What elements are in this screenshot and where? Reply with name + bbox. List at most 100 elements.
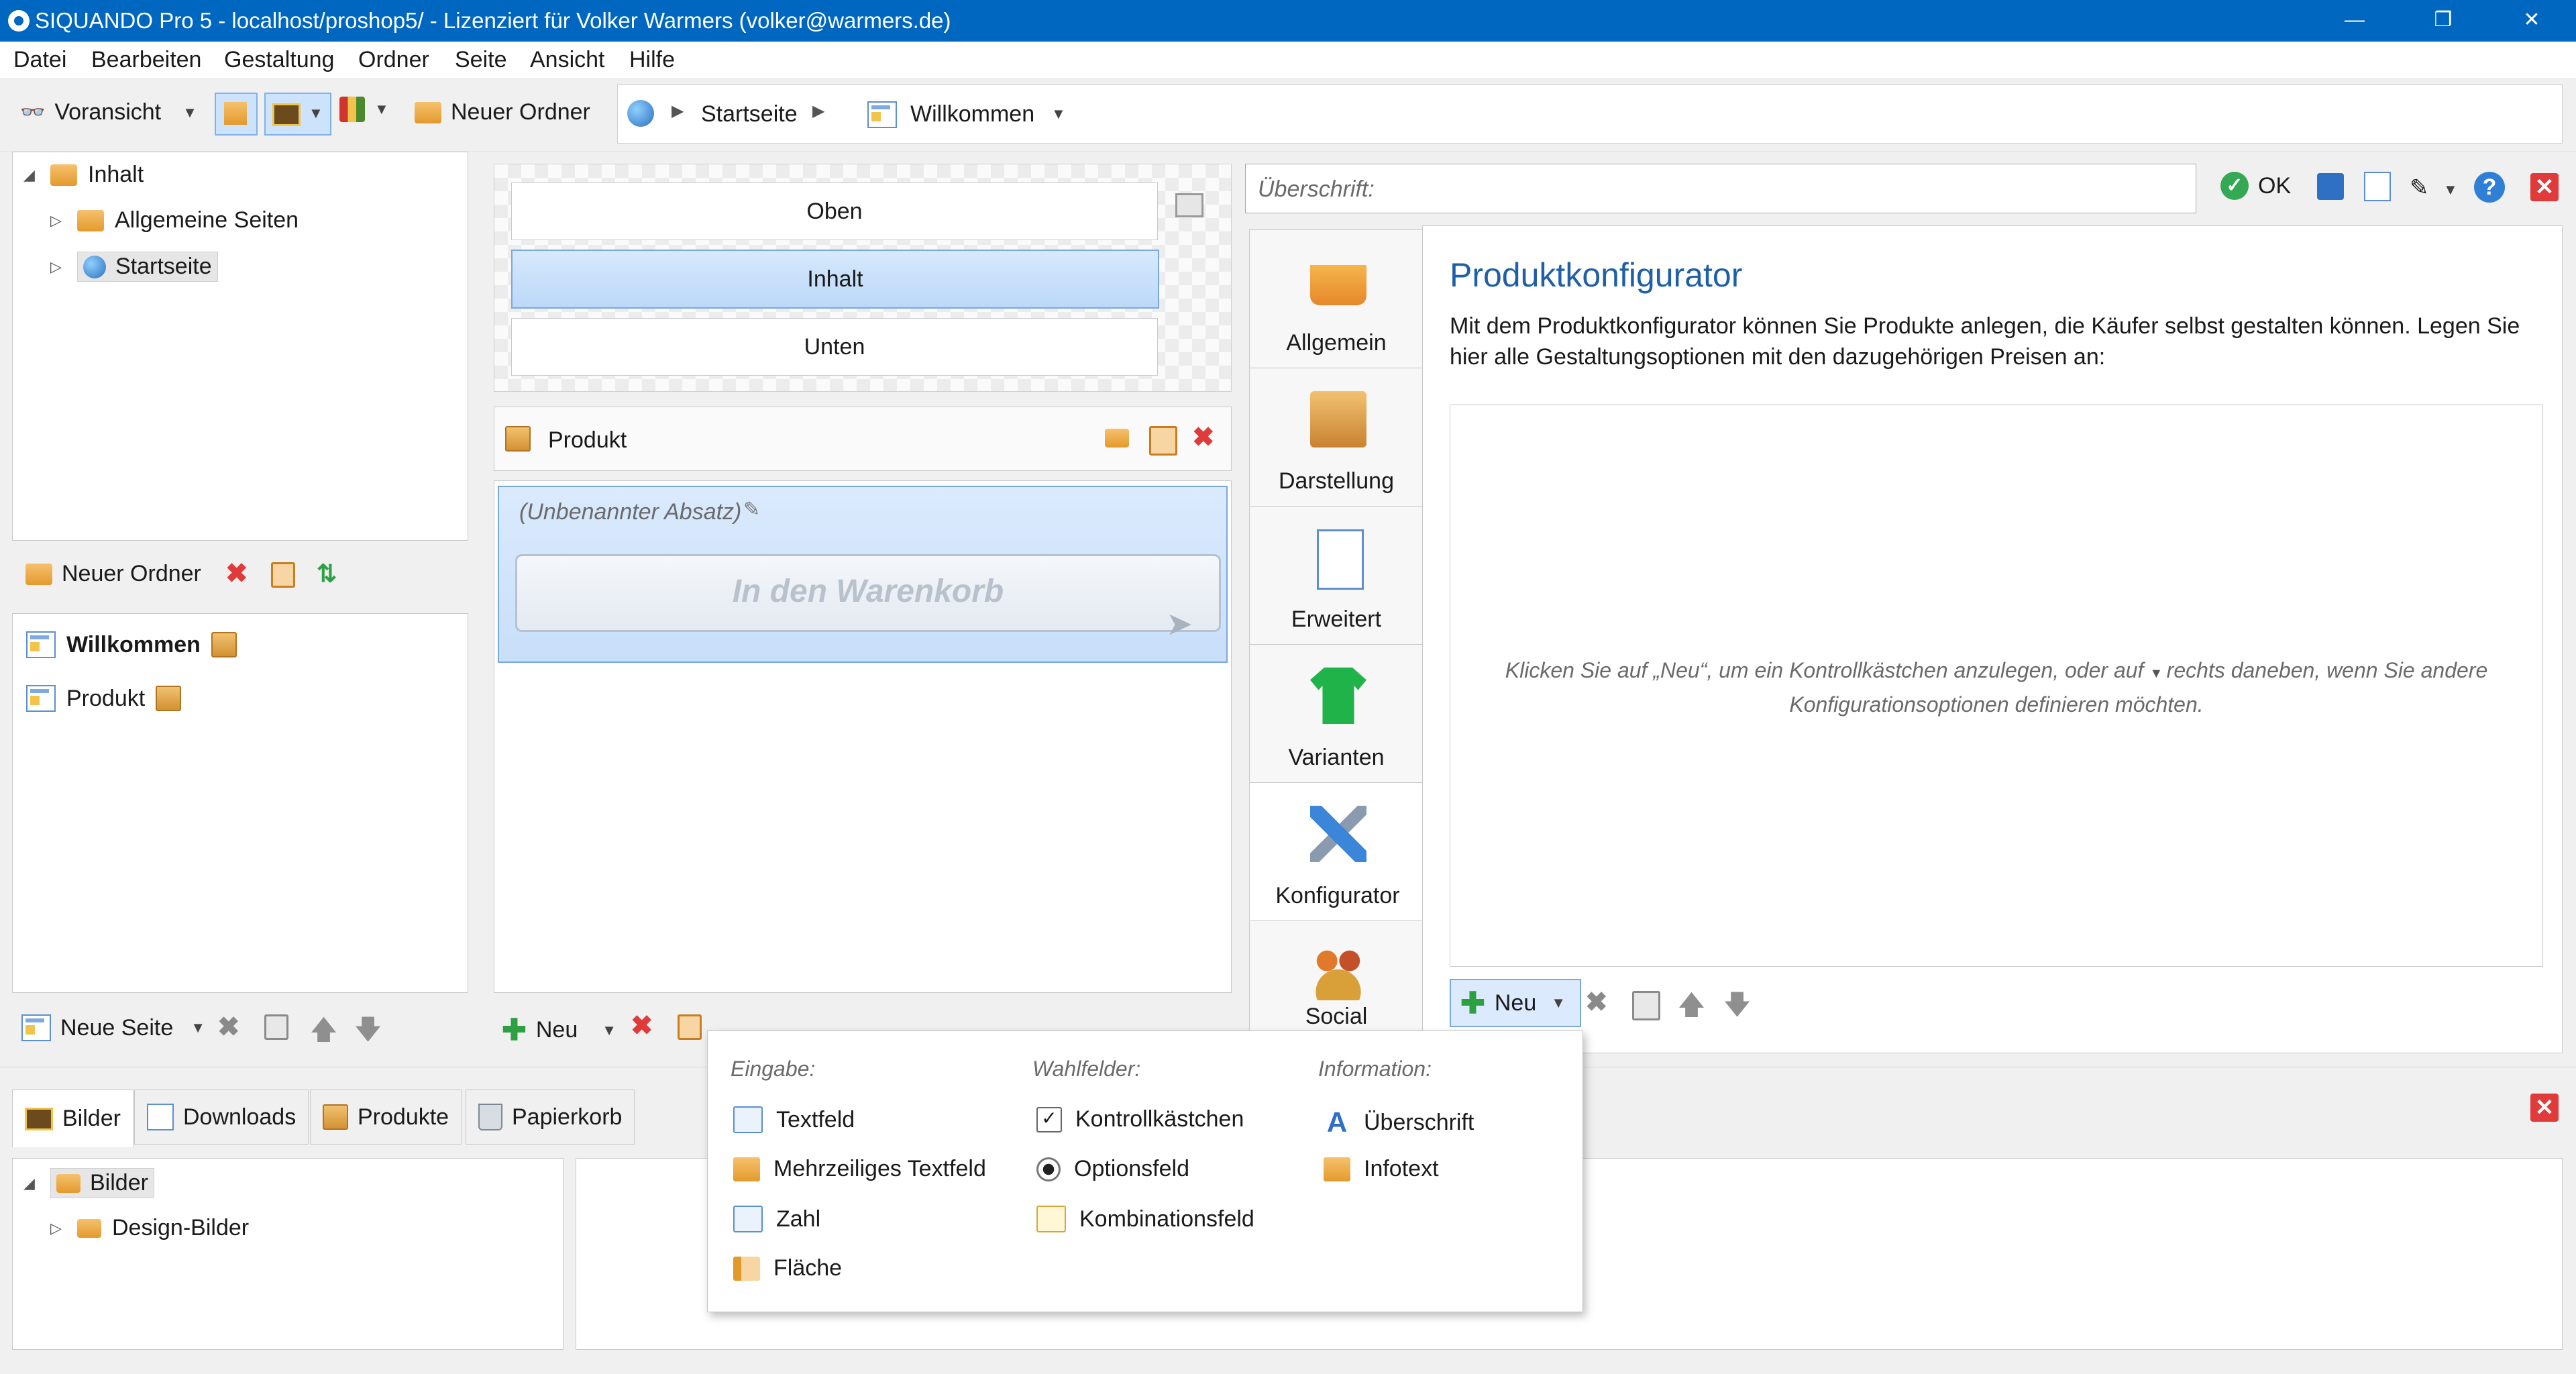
close-editor-icon[interactable]: ✕ (2530, 173, 2559, 201)
empty-hint: Klicken Sie auf „Neu“, um ein Kontrollkä… (1450, 655, 2542, 720)
move-down-icon[interactable]: 🡇 (1723, 986, 1751, 1031)
books-icon (339, 97, 365, 122)
restore-button[interactable]: ❐ (2399, 0, 2487, 42)
chevron-right-icon: ▶ (812, 102, 825, 120)
minimize-button[interactable]: — (2310, 0, 2399, 42)
list-item-willkommen[interactable]: Willkommen (26, 631, 237, 658)
menu-bearbeiten[interactable]: Bearbeiten (91, 47, 201, 73)
edit-pencil-icon[interactable]: ✎ (743, 498, 760, 521)
menu-item-mehrzeiliges-textfeld[interactable]: Mehrzeiliges Textfeld (733, 1156, 986, 1182)
tab-konfigurator[interactable]: Konfigurator (1249, 782, 1426, 922)
menu-item-kombinationsfeld[interactable]: Kombinationsfeld (1036, 1206, 1254, 1232)
save-icon[interactable] (2317, 173, 2344, 200)
tab-erweitert[interactable]: Erweitert (1249, 506, 1424, 645)
tab-bilder[interactable]: Bilder (12, 1090, 133, 1147)
insert-icon[interactable] (1105, 429, 1129, 447)
menu-item-flaeche[interactable]: Fläche (733, 1255, 842, 1281)
area-icon (733, 1256, 760, 1281)
new-folder-toolbar-button[interactable]: Neuer Ordner (415, 99, 590, 125)
tab-allgemein[interactable]: Allgemein (1249, 229, 1424, 369)
textfield-icon (733, 1106, 763, 1133)
edit-icon[interactable]: ✎ (2410, 174, 2429, 201)
menu-item-zahl[interactable]: Zahl (733, 1206, 820, 1232)
tree-item-bilder[interactable]: ◢ Bilder (23, 1168, 154, 1198)
menu-item-ueberschrift[interactable]: A Überschrift (1324, 1106, 1474, 1139)
tree-item-design-bilder[interactable]: ▷ Design-Bilder (50, 1215, 249, 1241)
delete-folder-icon[interactable]: ✖ (225, 558, 248, 589)
configurator-title: Produktkonfigurator (1450, 256, 1743, 294)
preview-button[interactable]: 👓 Voransicht ▼ (20, 99, 197, 125)
section-inhalt[interactable]: Inhalt (511, 250, 1159, 309)
image-view-toggle[interactable]: ▼ (264, 93, 331, 136)
help-icon[interactable]: ? (2474, 172, 2505, 203)
copy-page-icon[interactable] (264, 1014, 288, 1040)
move-down-icon[interactable]: 🡇 (354, 1010, 382, 1056)
chevron-down-icon: ▼ (182, 103, 197, 121)
chevron-down-icon: ▼ (309, 105, 323, 121)
close-media-icon[interactable]: ✕ (2530, 1094, 2559, 1122)
publish-button[interactable]: ▼ (339, 97, 389, 122)
multiline-textfield-icon (733, 1157, 760, 1181)
tab-darstellung[interactable]: Darstellung (1249, 368, 1424, 507)
collapsed-triangle-icon: ▷ (50, 258, 62, 275)
sort-icon[interactable]: ⇅ (317, 560, 337, 588)
copy-block-icon[interactable] (1149, 426, 1177, 456)
heading-field[interactable]: Überschrift: (1245, 164, 2196, 213)
tab-label: Darstellung (1279, 468, 1394, 494)
preview-page-icon[interactable] (2364, 172, 2391, 201)
tree-label: Inhalt (88, 162, 144, 187)
chevron-down-icon[interactable]: ▼ (1051, 105, 1066, 123)
menu-ansicht[interactable]: Ansicht (530, 47, 605, 73)
breadcrumb-startseite[interactable]: Startseite (701, 101, 798, 127)
tab-papierkorb[interactable]: Papierkorb (466, 1090, 635, 1145)
chevron-down-icon[interactable]: ▼ (2443, 181, 2458, 199)
menu-item-kontrollkaestchen[interactable]: ✓ Kontrollkästchen (1036, 1106, 1244, 1132)
tab-varianten[interactable]: Varianten (1249, 644, 1424, 784)
new-option-label: Neu (1494, 990, 1537, 1016)
chevron-down-icon[interactable]: ▼ (1551, 994, 1566, 1012)
window-title: SIQUANDO Pro 5 - localhost/proshop5/ - L… (35, 8, 951, 33)
new-page-button[interactable]: Neue Seite ▼ (21, 1014, 205, 1041)
section-unten[interactable]: Unten (511, 318, 1158, 376)
menu-hilfe[interactable]: Hilfe (629, 47, 675, 73)
move-up-icon[interactable]: 🡅 (1678, 986, 1705, 1031)
copy-paragraph-icon[interactable] (678, 1014, 702, 1040)
section-oben[interactable]: Oben (511, 182, 1158, 240)
tree-item-allgemeine-seiten[interactable]: ▷ Allgemeine Seiten (50, 207, 299, 233)
paragraph-block[interactable]: (Unbenannter Absatz) ✎ In den Warenkorb … (498, 486, 1228, 663)
tools-icon (1310, 806, 1366, 862)
breadcrumb-willkommen[interactable]: Willkommen (910, 101, 1034, 127)
new-folder-button[interactable]: Neuer Ordner (25, 561, 201, 587)
move-up-icon[interactable]: 🡅 (310, 1010, 337, 1056)
new-paragraph-button[interactable]: ✚ Neu ▼ (502, 1013, 616, 1047)
close-window-button[interactable]: ✕ (2487, 0, 2576, 42)
delete-page-icon[interactable]: ✖ (217, 1012, 240, 1043)
tree-item-startseite[interactable]: ▷ Startseite (50, 252, 218, 282)
menu-item-textfeld[interactable]: Textfeld (733, 1106, 855, 1133)
layout-settings-icon[interactable] (1175, 193, 1203, 217)
page-icon (26, 631, 56, 658)
chevron-down-icon[interactable]: ▼ (191, 1019, 205, 1037)
tab-downloads[interactable]: Downloads (134, 1090, 309, 1145)
menu-datei[interactable]: Datei (13, 47, 66, 73)
tree-item-inhalt[interactable]: ◢ Inhalt (23, 162, 144, 188)
delete-paragraph-icon[interactable]: ✖ (631, 1010, 653, 1041)
menu-ordner[interactable]: Ordner (358, 47, 429, 73)
menu-item-optionsfeld[interactable]: Optionsfeld (1036, 1156, 1189, 1182)
menu-seite[interactable]: Seite (455, 47, 507, 73)
delete-block-icon[interactable]: ✖ (1192, 422, 1215, 453)
ok-button[interactable]: ✓ OK (2220, 172, 2291, 200)
options-list[interactable]: Klicken Sie auf „Neu“, um ein Kontrollkä… (1450, 405, 2543, 967)
menu-gestaltung[interactable]: Gestaltung (224, 47, 334, 73)
chevron-down-icon[interactable]: ▼ (602, 1022, 616, 1039)
copy-folder-icon[interactable] (271, 562, 295, 588)
tree-view-toggle[interactable] (215, 93, 258, 136)
copy-option-icon[interactable] (1632, 991, 1660, 1020)
list-item-produkt[interactable]: Produkt (26, 685, 182, 712)
new-option-button[interactable]: ✚ Neu ▼ (1450, 979, 1581, 1027)
menu-item-infotext[interactable]: Infotext (1324, 1156, 1439, 1182)
tab-produkte[interactable]: Produkte (310, 1090, 462, 1145)
delete-option-icon[interactable]: ✖ (1585, 987, 1608, 1018)
tab-label: Papierkorb (512, 1104, 623, 1130)
tab-social[interactable]: Social (1249, 920, 1424, 1035)
